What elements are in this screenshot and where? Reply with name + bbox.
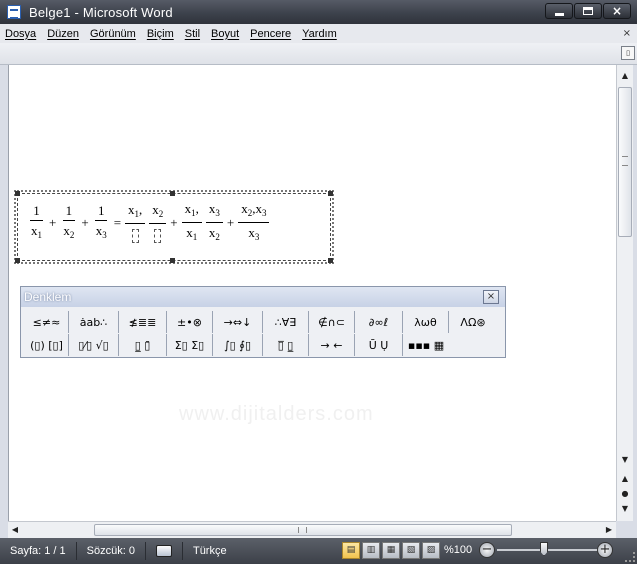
integral-templates-button[interactable]: ∫▯ ∮▯ xyxy=(213,334,263,356)
horizontal-scroll-thumb[interactable] xyxy=(94,524,512,536)
print-layout-view-icon[interactable]: ▤ xyxy=(342,542,360,559)
browse-object-icon[interactable]: ● xyxy=(617,488,633,500)
logical-symbols-button[interactable]: ∴∀∃ xyxy=(263,311,309,333)
spelling-check-icon xyxy=(155,545,172,557)
scroll-down-icon[interactable]: ▼ xyxy=(617,453,633,467)
menu-gorunum[interactable]: Görünüm xyxy=(90,28,136,40)
resize-handle[interactable] xyxy=(328,191,333,196)
outline-view-icon[interactable]: ▧ xyxy=(402,542,420,559)
greek-lowercase-button[interactable]: λωθ xyxy=(403,311,449,333)
fraction: 1 x1 xyxy=(30,203,43,240)
maximize-button[interactable] xyxy=(574,3,602,19)
close-icon: × xyxy=(611,4,623,18)
subscript-superscript-templates-button[interactable]: ▯̲ ▯̄ xyxy=(119,334,167,356)
language-indicator[interactable]: Türkçe xyxy=(183,542,237,560)
close-button[interactable]: × xyxy=(603,3,631,19)
word-count[interactable]: Sözcük: 0 xyxy=(77,542,146,560)
zoom-slider-thumb[interactable] xyxy=(540,542,548,556)
toolbar-title-bar[interactable]: Denklem xyxy=(21,287,505,307)
relational-symbols-button[interactable]: ≤≠≈ xyxy=(25,311,69,333)
products-templates-button[interactable]: Ū Ụ xyxy=(355,334,403,356)
summation-templates-button[interactable]: Σ▯ Σ▯ xyxy=(167,334,213,356)
greek-uppercase-button[interactable]: ΛΩ⊛ xyxy=(449,311,497,333)
arrow-symbols-button[interactable]: →⇔↓ xyxy=(213,311,263,333)
scroll-up-icon[interactable]: ▲ xyxy=(617,69,633,83)
fraction: x2,x3 x3 xyxy=(238,202,270,244)
embellishments-button[interactable]: ≰≣≣ xyxy=(119,311,167,333)
ruler-toggle-icon[interactable]: ▯ xyxy=(621,46,635,60)
toolbar-close-button[interactable]: × xyxy=(483,290,499,304)
labeled-arrow-templates-button[interactable]: → ← xyxy=(309,334,355,356)
resize-grip-icon[interactable] xyxy=(625,552,635,562)
equation-toolbar[interactable]: Denklem × ≤≠≈ ȧab∴ ≰≣≣ ±•⊗ →⇔↓ ∴∀∃ ∉∩⊂ ∂… xyxy=(20,286,506,358)
menu-duzen[interactable]: Düzen xyxy=(47,28,79,40)
zoom-slider-track[interactable] xyxy=(497,549,599,551)
fraction: 1 x3 xyxy=(94,203,108,240)
scroll-left-icon[interactable]: ◀ xyxy=(8,522,22,538)
minimize-icon xyxy=(554,12,564,16)
resize-handle[interactable] xyxy=(170,191,175,196)
vertical-scrollbar[interactable]: ▲ ▼ ▲ ● ▼ xyxy=(616,65,633,521)
menu-boyut[interactable]: Boyut xyxy=(211,28,239,40)
resize-handle[interactable] xyxy=(328,258,333,263)
fraction: x1, x1 xyxy=(181,202,202,244)
zoom-out-icon[interactable]: − xyxy=(479,542,495,558)
fence-templates-button[interactable]: (▯) [▯] xyxy=(25,334,69,356)
maximize-icon xyxy=(583,7,593,15)
document-close-icon[interactable]: × xyxy=(623,28,631,39)
zoom-level[interactable]: %100 xyxy=(444,544,472,556)
placeholder-slot[interactable] xyxy=(131,228,139,243)
menu-stil[interactable]: Stil xyxy=(185,28,200,40)
web-layout-view-icon[interactable]: ▦ xyxy=(382,542,400,559)
previous-page-icon[interactable]: ▲ xyxy=(617,473,633,485)
draft-view-icon[interactable]: ▨ xyxy=(422,542,440,559)
word-document-icon[interactable] xyxy=(7,5,21,19)
page-indicator[interactable]: Sayfa: 1 / 1 xyxy=(0,542,77,560)
zoom-in-icon[interactable]: + xyxy=(597,542,613,558)
operator-symbols-button[interactable]: ±•⊗ xyxy=(167,311,213,333)
equation: 1 x1 + 1 x2 + 1 x3 = x1, x2 + x1, x1 x3 … xyxy=(26,202,271,244)
scroll-right-icon[interactable]: ▶ xyxy=(602,522,616,538)
menu-bar: Dosya Düzen Görünüm Biçim Stil Boyut Pen… xyxy=(0,24,637,43)
status-bar: Sayfa: 1 / 1 Sözcük: 0 Türkçe ▤ ▥ ▦ ▧ ▨ … xyxy=(0,538,637,564)
resize-handle[interactable] xyxy=(170,258,175,263)
view-buttons: ▤ ▥ ▦ ▧ ▨ xyxy=(342,542,440,559)
fraction: x1, xyxy=(125,203,146,243)
watermark: www.dijitalders.com xyxy=(179,403,374,425)
placeholder-slot[interactable] xyxy=(154,228,162,243)
title-bar: Belge1 - Microsoft Word × xyxy=(0,0,637,24)
fraction: x3 x2 xyxy=(205,202,223,244)
resize-handle[interactable] xyxy=(15,258,20,263)
ruler-strip: ▯ xyxy=(0,43,637,65)
toolbar-templates-row: (▯) [▯] ▯⁄▯ √▯ ▯̲ ▯̄ Σ▯ Σ▯ ∫▯ ∮▯ ▯̅ ▯̲ →… xyxy=(25,334,449,356)
proofing-status[interactable] xyxy=(146,542,183,560)
fraction: x2 xyxy=(149,203,167,243)
misc-symbols-button[interactable]: ∂∞ℓ xyxy=(355,311,403,333)
menu-yardim[interactable]: Yardım xyxy=(302,28,337,40)
resize-handle[interactable] xyxy=(15,191,20,196)
toolbar-symbols-row: ≤≠≈ ȧab∴ ≰≣≣ ±•⊗ →⇔↓ ∴∀∃ ∉∩⊂ ∂∞ℓ λωθ ΛΩ⊛ xyxy=(25,311,497,333)
fraction-radical-templates-button[interactable]: ▯⁄▯ √▯ xyxy=(69,334,119,356)
spaces-ellipses-button[interactable]: ȧab∴ xyxy=(69,311,119,333)
minimize-button[interactable] xyxy=(545,3,573,19)
fraction: 1 x2 xyxy=(62,203,76,240)
menu-pencere[interactable]: Pencere xyxy=(250,28,291,40)
bar-templates-button[interactable]: ▯̅ ▯̲ xyxy=(263,334,309,356)
set-theory-button[interactable]: ∉∩⊂ xyxy=(309,311,355,333)
matrix-templates-button[interactable]: ▪▪▪ ▦ xyxy=(403,334,449,356)
equation-object[interactable]: 1 x1 + 1 x2 + 1 x3 = x1, x2 + x1, x1 x3 … xyxy=(14,190,334,264)
window-title: Belge1 - Microsoft Word xyxy=(29,4,173,20)
menu-bicim[interactable]: Biçim xyxy=(147,28,174,40)
horizontal-scrollbar[interactable]: ◀ ▶ xyxy=(8,521,616,538)
vertical-scroll-thumb[interactable] xyxy=(618,87,632,237)
next-page-icon[interactable]: ▼ xyxy=(617,503,633,515)
menu-dosya[interactable]: Dosya xyxy=(5,28,36,40)
window-controls: × xyxy=(545,3,631,19)
full-screen-reading-view-icon[interactable]: ▥ xyxy=(362,542,380,559)
